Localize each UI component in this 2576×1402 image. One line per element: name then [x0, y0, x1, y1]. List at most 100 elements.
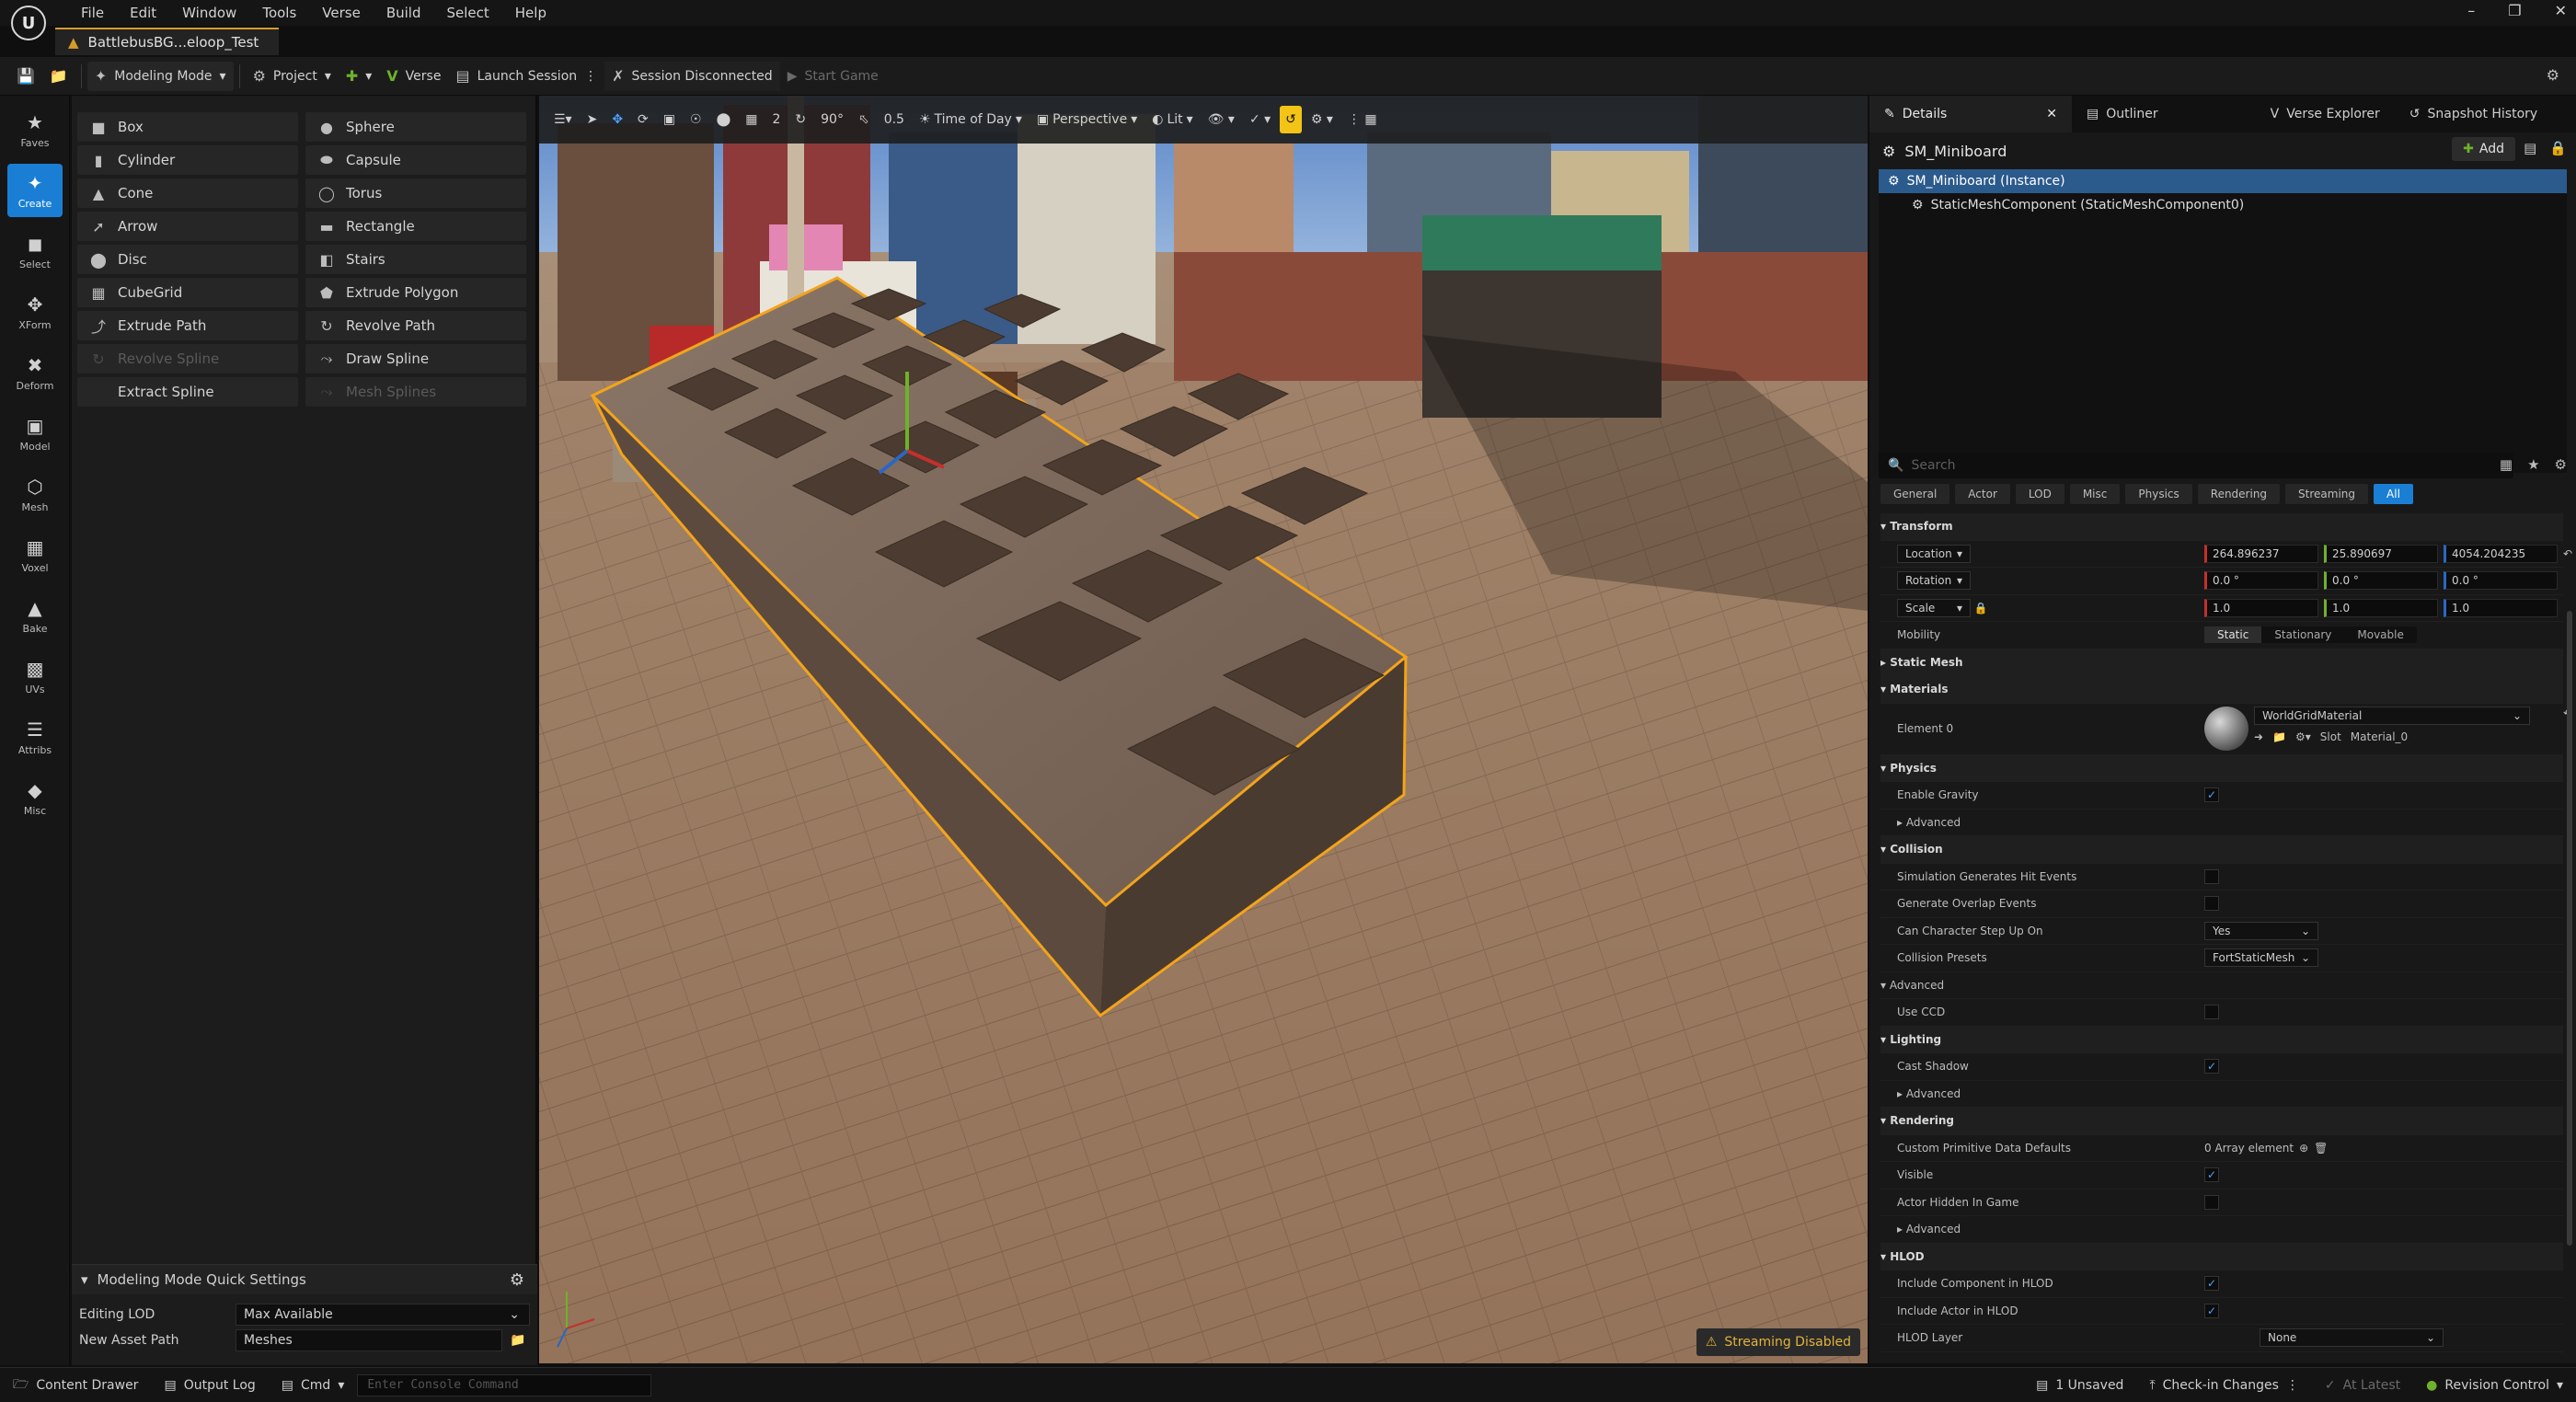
world-space-icon[interactable]: ☉ — [684, 106, 707, 133]
grid-snap-icon[interactable]: ▦ — [740, 106, 763, 133]
filter-all[interactable]: All — [2374, 484, 2413, 504]
tool-mesh-splines-button[interactable]: ⤳ Mesh Splines — [305, 377, 526, 407]
scale-snap-icon[interactable]: ⬁ — [853, 106, 875, 133]
filter-physics[interactable]: Physics — [2125, 484, 2192, 504]
material-dropdown[interactable]: WorldGridMaterial ⌄ — [2254, 707, 2530, 725]
close-icon[interactable]: ✕ — [2046, 107, 2057, 121]
settings-dropdown[interactable]: ⚙ — [2547, 66, 2559, 84]
lock-icon[interactable]: 🔒 — [1974, 602, 1988, 615]
blueprint-icon[interactable]: ▤ — [2524, 140, 2536, 156]
tab-details[interactable]: ✎ Details ✕ — [1869, 96, 2073, 132]
palette-deform[interactable]: ✖ Deform — [7, 346, 63, 399]
show-flags-icon[interactable]: 👁 ▾ — [1202, 106, 1240, 133]
tab-outliner[interactable]: ▤ Outliner — [2072, 96, 2173, 132]
tool-revolve-path-button[interactable]: ↻ Revolve Path — [305, 311, 526, 340]
rotation-y-field[interactable]: 0.0 ° — [2324, 571, 2438, 591]
revision-control-dropdown[interactable]: ● Revision Control ▾ — [2413, 1378, 2576, 1393]
category-rendering[interactable]: ▾ Rendering — [1880, 1108, 2563, 1135]
palette-bake[interactable]: ▲ Bake — [7, 589, 63, 642]
translate-mode-icon[interactable]: ✥ — [606, 106, 628, 133]
folder-icon[interactable]: 📁 — [510, 1333, 525, 1348]
filter-general[interactable]: General — [1880, 484, 1950, 504]
physics-advanced-row[interactable]: ▸ Advanced — [1880, 810, 2563, 836]
tool-box-button[interactable]: ■ Box — [77, 112, 298, 142]
location-x-field[interactable]: 264.896237 — [2204, 544, 2318, 563]
console-command-input[interactable]: Enter Console Command — [357, 1373, 652, 1396]
at-latest-status[interactable]: ✓ At Latest — [2312, 1378, 2413, 1393]
tool-extrude-polygon-button[interactable]: ⬟ Extrude Polygon — [305, 278, 526, 307]
include-component-checkbox[interactable]: ✓ — [2204, 1276, 2219, 1292]
palette-uvs[interactable]: ▩ UVs — [7, 649, 63, 703]
scale-snap-value[interactable]: 0.5 — [879, 106, 910, 133]
rotation-z-field[interactable]: 0.0 ° — [2444, 571, 2558, 591]
cast-shadow-checkbox[interactable]: ✓ — [2204, 1059, 2219, 1074]
realtime-icon[interactable]: ✓ ▾ — [1244, 106, 1276, 133]
menu-verse[interactable]: Verse — [309, 3, 374, 23]
material-thumbnail[interactable] — [2204, 707, 2248, 751]
add-component-button[interactable]: ✚ Add — [2452, 137, 2515, 161]
minimize-icon[interactable]: – — [2467, 2, 2475, 19]
palette-attribs[interactable]: ☰ Attribs — [7, 710, 63, 764]
tool-disc-button[interactable]: ⬤ Disc — [77, 245, 298, 274]
filter-lod[interactable]: LOD — [2015, 484, 2064, 504]
output-log-button[interactable]: ▤ Output Log — [151, 1378, 268, 1393]
browse-button[interactable]: 📁 — [42, 62, 75, 91]
level-viewport[interactable]: ☰▾ ➤ ✥ ⟳ ▣ ☉ ⬤ ▦ 2 ↻ 90° ⬁ 0.5 ☀ Time of… — [539, 96, 1868, 1363]
modeling-mode-dropdown[interactable]: ✦ Modeling Mode ▾ — [86, 61, 234, 91]
time-of-day-dropdown[interactable]: ☀ Time of Day ▾ — [914, 106, 1028, 133]
category-hlod[interactable]: ▾ HLOD — [1880, 1243, 2563, 1270]
launch-session-button[interactable]: ▤ Launch Session ⋮ — [448, 62, 604, 91]
tool-stairs-button[interactable]: ◧ Stairs — [305, 245, 526, 274]
check-in-button[interactable]: ⤒ Check-in Changes ⋮ — [2136, 1378, 2311, 1393]
viewport-options-icon[interactable]: ☰▾ — [548, 106, 578, 133]
mobility-movable[interactable]: Movable — [2344, 626, 2416, 643]
filter-actor[interactable]: Actor — [1955, 484, 2010, 504]
tab-snapshot-history[interactable]: ↺ Snapshot History — [2395, 96, 2552, 132]
grid-value[interactable]: 2 — [766, 106, 786, 133]
hidden-in-game-checkbox[interactable] — [2204, 1194, 2219, 1210]
start-game-button[interactable]: ▶ Start Game — [780, 62, 886, 91]
details-search-input[interactable]: 🔍 Search — [1879, 453, 2513, 478]
table-view-icon[interactable]: ▦ — [2500, 456, 2513, 473]
filter-streaming[interactable]: Streaming — [2285, 484, 2369, 504]
lighting-advanced-row[interactable]: ▸ Advanced — [1880, 1081, 2563, 1108]
menu-edit[interactable]: Edit — [117, 3, 169, 23]
menu-build[interactable]: Build — [374, 3, 434, 23]
category-collision[interactable]: ▾ Collision — [1880, 836, 2563, 864]
tool-rectangle-button[interactable]: ▬ Rectangle — [305, 212, 526, 241]
enable-gravity-checkbox[interactable]: ✓ — [2204, 787, 2219, 803]
tab-verse-explorer[interactable]: V Verse Explorer — [2256, 96, 2395, 132]
verse-button[interactable]: V Verse — [379, 62, 448, 91]
angle-value[interactable]: 90° — [815, 106, 849, 133]
use-ccd-checkbox[interactable] — [2204, 1005, 2219, 1020]
tree-row-instance[interactable]: ⚙ SM_Miniboard (Instance) — [1879, 169, 2567, 193]
restore-icon[interactable]: ❐ — [2508, 2, 2521, 19]
overlap-checkbox[interactable] — [2204, 896, 2219, 912]
tool-torus-button[interactable]: ◯ Torus — [305, 178, 526, 208]
gear-icon[interactable]: ⚙ — [2555, 456, 2567, 473]
category-static-mesh[interactable]: ▸ Static Mesh — [1880, 649, 2563, 676]
rotate-mode-icon[interactable]: ⟳ — [632, 106, 654, 133]
content-drawer-button[interactable]: 🗁 Content Drawer — [0, 1374, 151, 1396]
filter-misc[interactable]: Misc — [2069, 484, 2121, 504]
palette-faves[interactable]: ★ Faves — [7, 103, 63, 156]
palette-mesh[interactable]: ⬡ Mesh — [7, 467, 63, 521]
mobility-stationary[interactable]: Stationary — [2261, 626, 2344, 643]
menu-tools[interactable]: Tools — [249, 3, 309, 23]
angle-snap-icon[interactable]: ↻ — [789, 106, 811, 133]
select-mode-icon[interactable]: ➤ — [581, 106, 604, 133]
collision-presets-dropdown[interactable]: FortStaticMesh ⌄ — [2204, 948, 2318, 968]
menu-help[interactable]: Help — [502, 3, 559, 23]
rotation-x-field[interactable]: 0.0 ° — [2204, 571, 2318, 591]
tool-capsule-button[interactable]: ⬬ Capsule — [305, 145, 526, 175]
use-selected-icon[interactable]: 📁 — [2272, 730, 2286, 743]
close-icon[interactable]: ✕ — [2555, 2, 2567, 19]
session-status[interactable]: ✗ Session Disconnected — [604, 61, 780, 91]
material-options-icon[interactable]: ⚙▾ — [2295, 730, 2311, 743]
save-button[interactable]: 💾 — [0, 62, 42, 91]
tool-extrude-path-button[interactable]: ⤴ Extrude Path — [77, 311, 298, 340]
rotation-dropdown[interactable]: Rotation ▾ — [1897, 571, 1971, 591]
category-materials[interactable]: ▾ Materials — [1880, 676, 2563, 704]
tool-sphere-button[interactable]: ● Sphere — [305, 112, 526, 142]
scale-z-field[interactable]: 1.0 — [2444, 598, 2558, 617]
